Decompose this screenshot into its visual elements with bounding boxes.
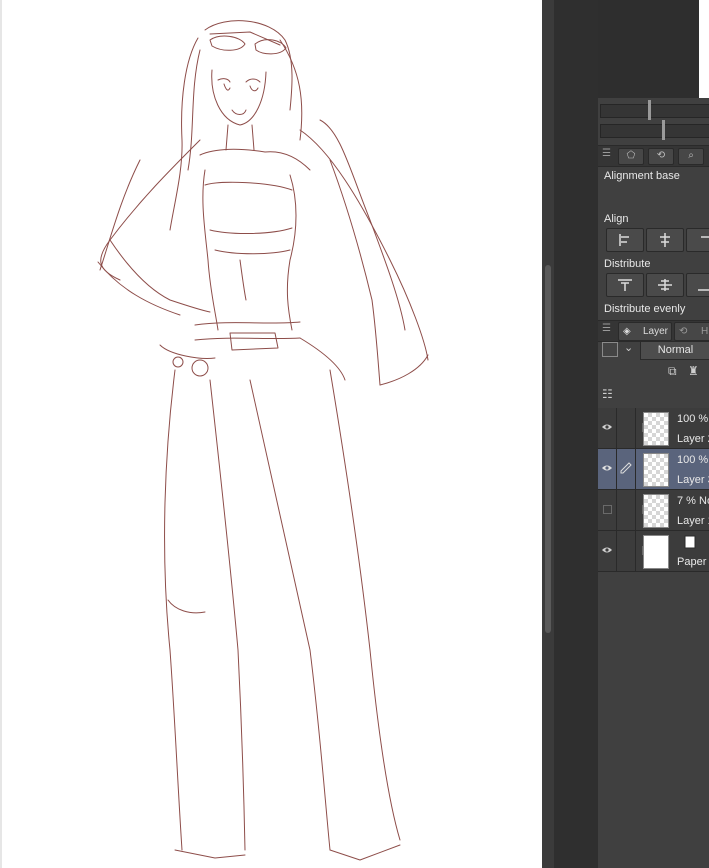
rotate-slider-thumb[interactable] bbox=[662, 120, 665, 140]
layer-row-layer-3[interactable]: 100 % Layer 3 bbox=[598, 449, 709, 490]
zoom-slider-thumb[interactable] bbox=[648, 100, 651, 120]
visibility-toggle[interactable] bbox=[598, 408, 617, 448]
distribute-bottom-icon bbox=[698, 289, 709, 291]
align-right-button[interactable] bbox=[686, 228, 709, 252]
distribute-top-button[interactable] bbox=[606, 273, 644, 297]
tab-layer-label: Layer bbox=[643, 326, 669, 337]
paper-icon bbox=[684, 535, 696, 549]
pen-icon bbox=[620, 462, 632, 474]
checkbox-icon bbox=[603, 505, 612, 514]
layer-color-swatch[interactable] bbox=[602, 342, 618, 357]
lock-toggle[interactable] bbox=[617, 531, 651, 571]
blend-mode-row: ⌄ Normal bbox=[598, 339, 709, 361]
edit-toggle[interactable] bbox=[617, 449, 636, 489]
transform-icon[interactable]: ⬠ bbox=[618, 148, 644, 165]
navigator-preview bbox=[598, 0, 709, 98]
visibility-toggle[interactable] bbox=[598, 490, 617, 530]
rotate-icon[interactable]: ⟲ bbox=[648, 148, 674, 165]
layer-thumbnail bbox=[643, 494, 669, 528]
eye-icon bbox=[602, 424, 612, 430]
alignment-base-label: Alignment base bbox=[604, 170, 680, 182]
panel-gutter bbox=[554, 0, 598, 868]
search-icon[interactable]: ⌕ bbox=[678, 148, 704, 165]
distribute-evenly-label: Distribute evenly bbox=[604, 303, 686, 315]
drawing-canvas[interactable] bbox=[0, 0, 542, 868]
lighthouse-icon[interactable]: ♜ bbox=[688, 364, 699, 378]
layer-name: Paper bbox=[677, 556, 707, 568]
visibility-toggle[interactable] bbox=[598, 531, 617, 571]
align-left-button[interactable] bbox=[606, 228, 644, 252]
reference-layer-icon[interactable]: ⧉ bbox=[668, 364, 677, 379]
align-center-button[interactable] bbox=[646, 228, 684, 252]
align-label: Align bbox=[604, 213, 629, 225]
menu-icon[interactable]: ☰ bbox=[602, 149, 612, 159]
visibility-toggle[interactable] bbox=[598, 449, 617, 489]
layer-thumbnail bbox=[643, 412, 669, 446]
layer-name: Layer 2 bbox=[677, 433, 709, 445]
distribute-middle-button[interactable] bbox=[646, 273, 684, 297]
lock-toggle[interactable] bbox=[617, 408, 651, 448]
eye-icon bbox=[602, 465, 612, 471]
scrollbar-thumb[interactable] bbox=[545, 265, 551, 633]
distribute-bottom-button[interactable] bbox=[686, 273, 709, 297]
distribute-middle-icon bbox=[658, 279, 672, 291]
history-icon: ⟲ bbox=[679, 326, 688, 337]
character-sketch bbox=[97, 20, 429, 861]
layer-name: Layer 3 bbox=[677, 474, 709, 486]
zoom-slider[interactable] bbox=[600, 100, 709, 124]
chevron-down-icon[interactable]: ⌄ bbox=[624, 341, 633, 354]
canvas-scrollbar[interactable] bbox=[542, 0, 554, 868]
layers-icon: ◈ bbox=[623, 326, 631, 337]
layer-name: Layer 1 bbox=[677, 515, 709, 527]
lock-toggle[interactable] bbox=[617, 490, 651, 530]
align-left-icon bbox=[619, 234, 629, 246]
layer-opacity: 100 % bbox=[677, 413, 709, 425]
layer-opacity: 7 % No bbox=[677, 495, 709, 507]
align-right-icon bbox=[701, 236, 709, 238]
layer-list-icon[interactable]: ☷ bbox=[602, 387, 613, 401]
sub-tool-tabs: ☰ ⬠ ⟲ ⌕ bbox=[598, 145, 709, 167]
layer-row-layer-2[interactable]: 100 % Layer 2 bbox=[598, 408, 709, 449]
layer-thumbnail bbox=[643, 453, 669, 487]
blend-mode-select[interactable]: Normal bbox=[640, 341, 709, 360]
layer-opacity: 100 % bbox=[677, 454, 709, 466]
navigator-canvas-thumb bbox=[699, 0, 709, 98]
layer-menu-icon[interactable]: ☰ bbox=[602, 324, 612, 334]
layer-row-paper[interactable]: Paper bbox=[598, 531, 709, 572]
layer-thumbnail bbox=[643, 535, 669, 569]
tab-history-label: H bbox=[701, 326, 709, 337]
layer-row-layer-1[interactable]: 7 % No Layer 1 bbox=[598, 490, 709, 531]
distribute-top-icon bbox=[618, 279, 632, 291]
right-panel: ☰ ⬠ ⟲ ⌕ Alignment base Align Distribute … bbox=[598, 0, 709, 868]
rotate-slider-track bbox=[600, 124, 709, 138]
zoom-slider-track bbox=[600, 104, 709, 118]
align-center-icon bbox=[660, 233, 670, 247]
eye-icon bbox=[602, 547, 612, 553]
rotate-slider[interactable] bbox=[600, 120, 709, 144]
distribute-label: Distribute bbox=[604, 258, 651, 270]
